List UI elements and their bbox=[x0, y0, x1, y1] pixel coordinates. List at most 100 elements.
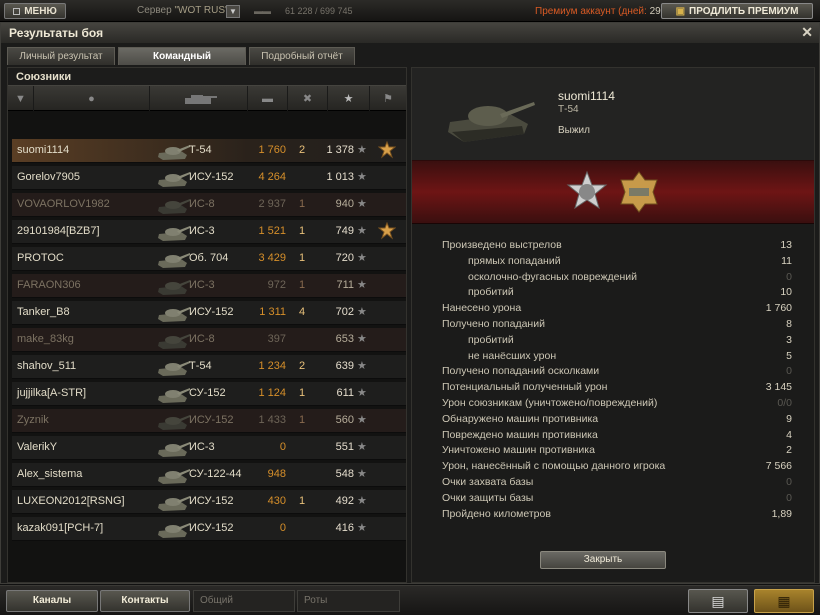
tank-name: Т-54 bbox=[189, 360, 212, 372]
kills-value: 1 bbox=[298, 279, 306, 291]
ally-row[interactable]: LUXEON2012[RSNG] ИСУ-152 430 1 492 ★ bbox=[12, 490, 406, 514]
damage-value: 1 124 bbox=[258, 387, 286, 399]
tab-detailed-report[interactable]: Подробный отчёт bbox=[249, 47, 355, 65]
extend-premium-button[interactable]: ▣ ПРОДЛИТЬ ПРЕМИУМ bbox=[661, 3, 813, 19]
tank-icon bbox=[158, 253, 190, 268]
stat-label: Получено попаданий осколками bbox=[442, 365, 600, 378]
detail-tank-name: Т-54 bbox=[558, 104, 579, 115]
player-detail-header: suomi1114 Т-54 Выжил bbox=[412, 68, 814, 160]
experience-value: 653 bbox=[335, 333, 354, 345]
tank-name: ИСУ-152 bbox=[189, 414, 234, 426]
close-icon[interactable]: ✕ bbox=[801, 24, 813, 41]
player-name: PROTOC bbox=[17, 252, 64, 264]
ally-row[interactable]: 29101984[BZB7] ИС-3 1 521 1 749 ★ bbox=[12, 220, 406, 244]
medal-icon[interactable] bbox=[378, 141, 396, 161]
award-badge-icon[interactable] bbox=[617, 170, 661, 214]
menu-button[interactable]: МЕНЮ bbox=[4, 3, 66, 19]
award-medal-icon[interactable] bbox=[565, 170, 609, 214]
kills-column-header[interactable]: ✖ bbox=[288, 86, 328, 111]
ally-row[interactable]: VOVAORLOV1982 ИС-8 2 937 1 940 ★ bbox=[12, 193, 406, 217]
damage-column-header[interactable]: ▬ bbox=[248, 86, 288, 111]
vehicle-column-header[interactable] bbox=[150, 86, 248, 111]
experience-value: 720 bbox=[335, 252, 354, 264]
experience-value: 611 bbox=[336, 387, 354, 399]
damage-value: 397 bbox=[267, 333, 286, 345]
stat-label: Произведено выстрелов bbox=[442, 239, 562, 251]
tank-icon bbox=[158, 361, 190, 376]
stat-label: Очки защиты базы bbox=[442, 491, 534, 504]
channels-button[interactable]: Каналы bbox=[6, 590, 98, 612]
notification-icon: ▦ bbox=[777, 593, 791, 609]
server-dropdown-button[interactable]: ▼ bbox=[226, 5, 240, 18]
kills-value: 1 bbox=[298, 495, 306, 507]
medals-column-header[interactable]: ⚑ bbox=[370, 86, 406, 111]
ally-row[interactable]: kazak091[PCH-7] ИСУ-152 0 416 ★ bbox=[12, 517, 406, 541]
stat-value: 3 bbox=[786, 333, 792, 346]
ally-row[interactable]: shahov_511 Т-54 1 234 2 639 ★ bbox=[12, 355, 406, 379]
tab-team-result[interactable]: Командный результат bbox=[118, 47, 246, 79]
tank-icon bbox=[158, 307, 190, 322]
stat-row: Урон союзникам (уничтожено/повреждений) 0… bbox=[442, 396, 792, 412]
player-name: shahov_511 bbox=[17, 360, 77, 372]
ally-row[interactable]: suomi1114 Т-54 1 760 2 1 378 ★ bbox=[12, 139, 406, 163]
tank-image bbox=[448, 102, 535, 142]
detail-player-name: suomi1114 bbox=[558, 89, 615, 103]
menu-label: МЕНЮ bbox=[24, 5, 57, 17]
contacts-button[interactable]: Контакты bbox=[100, 590, 190, 612]
ally-row[interactable]: Tanker_B8 ИСУ-152 1 311 4 702 ★ bbox=[12, 301, 406, 325]
close-button[interactable]: Закрыть bbox=[540, 551, 666, 569]
star-icon: ★ bbox=[357, 198, 367, 210]
star-icon: ★ bbox=[357, 414, 367, 426]
companies-channel-tab[interactable]: Роты bbox=[297, 590, 400, 612]
star-icon: ★ bbox=[357, 225, 367, 237]
stat-value: 13 bbox=[780, 239, 792, 251]
stat-row: Нанесено урона 1 760 bbox=[442, 301, 792, 317]
bottom-bar: Каналы Контакты Общий Роты ▤ ▦ bbox=[0, 585, 820, 615]
star-icon: ★ bbox=[357, 279, 367, 291]
tank-name: ИСУ-152 bbox=[189, 522, 234, 534]
ally-row[interactable]: Alex_sistema СУ-122-44 948 548 ★ bbox=[12, 463, 406, 487]
experience-value: 416 bbox=[335, 522, 354, 534]
stat-value: 0/0 bbox=[777, 396, 792, 409]
star-icon: ★ bbox=[343, 93, 354, 105]
damage-value: 972 bbox=[267, 279, 286, 291]
ally-row[interactable]: PROTOC Об. 704 3 429 1 720 ★ bbox=[12, 247, 406, 271]
stat-value: 10 bbox=[780, 286, 792, 299]
tab-personal-result[interactable]: Личный результат bbox=[7, 47, 115, 65]
extend-premium-label: ПРОДЛИТЬ ПРЕМИУМ bbox=[689, 5, 799, 17]
stat-label: Повреждено машин противника bbox=[442, 428, 598, 441]
player-column-header[interactable]: ● bbox=[34, 86, 150, 111]
experience-value: 1 378 bbox=[326, 144, 354, 156]
squad-column-header[interactable]: ▼ bbox=[8, 86, 34, 111]
medal-icon[interactable] bbox=[378, 222, 396, 242]
tank-icon bbox=[158, 442, 190, 457]
chat-button[interactable]: ▤ bbox=[688, 589, 748, 613]
experience-value: 702 bbox=[335, 306, 354, 318]
ally-row[interactable]: Zyznik ИСУ-152 1 433 1 560 ★ bbox=[12, 409, 406, 433]
menu-icon bbox=[13, 7, 21, 15]
damage-value: 948 bbox=[267, 468, 286, 480]
stat-value: 11 bbox=[781, 254, 792, 267]
damage-value: 1 433 bbox=[258, 414, 286, 426]
experience-value: 749 bbox=[335, 225, 354, 237]
ally-row[interactable]: jujjilka[A-STR] СУ-152 1 124 1 611 ★ bbox=[12, 382, 406, 406]
ally-row[interactable]: FARAON306 ИС-3 972 1 711 ★ bbox=[12, 274, 406, 298]
experience-column-header[interactable]: ★ bbox=[328, 86, 370, 111]
stat-label: Урон, нанесённый с помощью данного игрок… bbox=[442, 460, 666, 473]
stat-row: Урон, нанесённый с помощью данного игрок… bbox=[442, 459, 792, 475]
star-icon: ★ bbox=[357, 522, 367, 534]
damage-value: 1 521 bbox=[258, 225, 286, 237]
tank-icon bbox=[158, 388, 190, 403]
experience-value: 492 bbox=[335, 495, 354, 507]
ally-row[interactable]: ValerikY ИС-3 0 551 ★ bbox=[12, 436, 406, 460]
common-channel-tab[interactable]: Общий bbox=[193, 590, 295, 612]
star-icon: ★ bbox=[357, 495, 367, 507]
star-icon: ★ bbox=[357, 144, 367, 156]
ally-row[interactable]: make_83kg ИС-8 397 653 ★ bbox=[12, 328, 406, 352]
notifications-button[interactable]: ▦ bbox=[754, 589, 814, 613]
ally-row[interactable]: Gorelov7905 ИСУ-152 4 264 1 013 ★ bbox=[12, 166, 406, 190]
stat-label: Очки захвата базы bbox=[442, 475, 534, 488]
experience-value: 711 bbox=[336, 279, 354, 291]
stat-label: прямых попаданий bbox=[468, 254, 561, 267]
stat-row: Очки захвата базы 0 bbox=[442, 475, 792, 491]
